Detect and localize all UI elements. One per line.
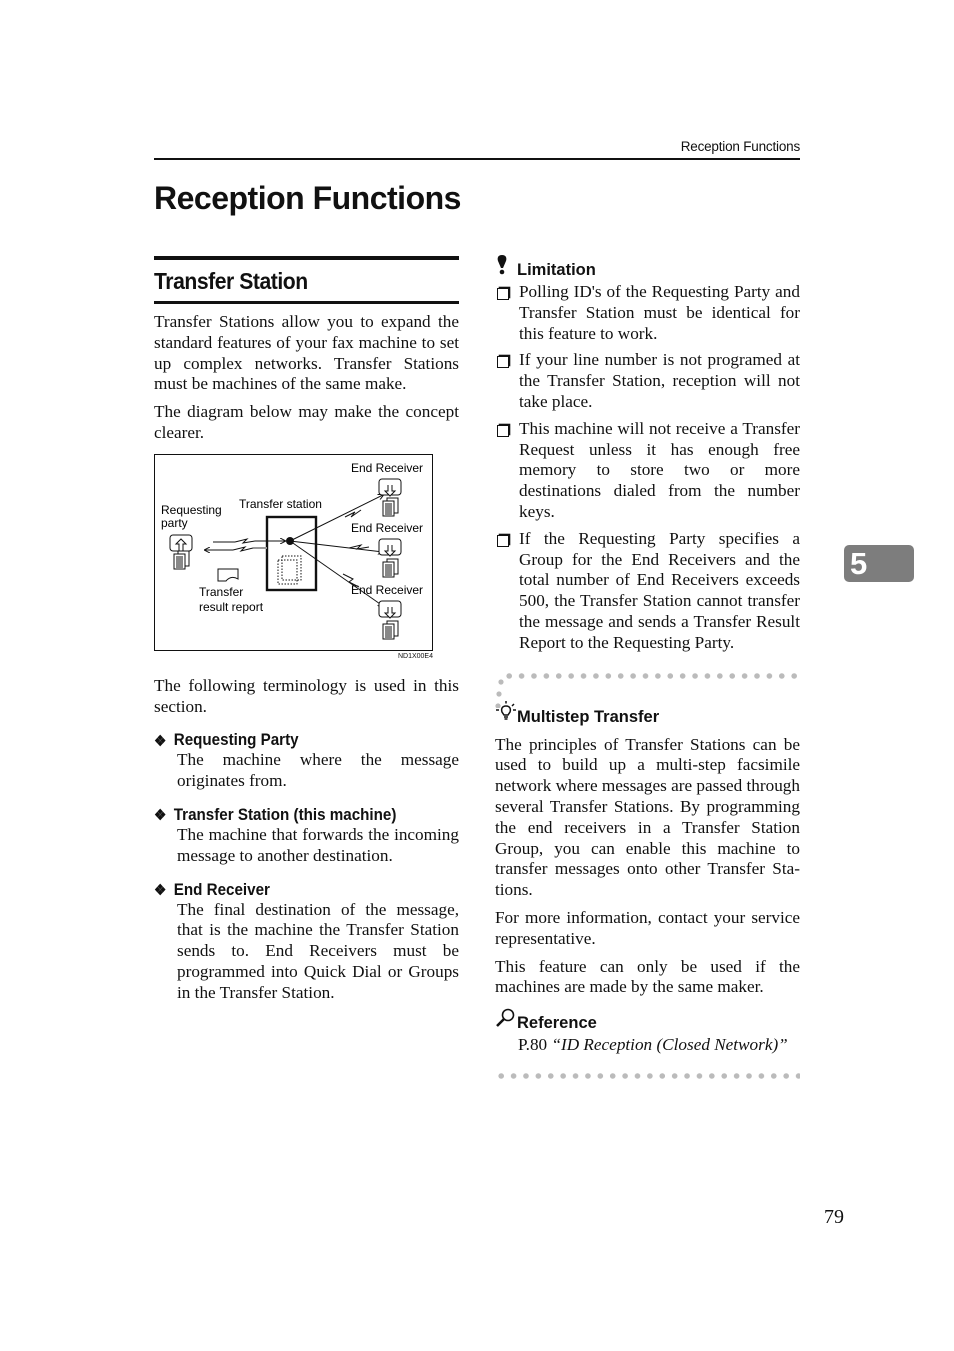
limitation-heading: Limitation (495, 255, 800, 280)
term-definition: The machine that forwards the in­coming … (177, 824, 459, 865)
report-arrow (205, 545, 267, 551)
requesting-docs-icon (173, 550, 190, 570)
term-end-receiver: ❖ End Receiver The final destination of t… (154, 881, 459, 1004)
end-receiver-fax-icon (378, 600, 402, 619)
intro-paragraph: The diagram below may make the concept c… (154, 402, 459, 442)
running-head: Reception Functions (680, 139, 800, 154)
header-rule (154, 158, 800, 160)
limitation-item: If the Requesting Party specifies a Grou… (495, 529, 800, 654)
checkbox-bullet-icon (497, 356, 509, 369)
end-receiver-fax-icon (378, 478, 402, 497)
end-receiver-docs-icon (382, 620, 399, 640)
end-receiver-docs-icon (382, 497, 399, 517)
checkbox-bullet-icon (497, 288, 509, 300)
label-end-receiver-1: End Receiver (351, 461, 423, 475)
right-column: Limitation Polling ID's of the Requestin… (495, 255, 801, 1080)
term-definition: The machine where the message originates… (177, 750, 459, 791)
tip-paragraph: For more information, contact your servi… (495, 907, 800, 948)
terminology-intro: The following terminology is used in thi… (154, 675, 459, 716)
tip-dots-top (495, 670, 801, 710)
page-title: Reception Functions (154, 180, 461, 216)
reference-page: P.80 (518, 1035, 548, 1055)
tip-dots-bottom (495, 1071, 800, 1080)
term-label: Transfer Station (this machine) (173, 805, 397, 824)
term-label: Requesting Party (173, 731, 299, 750)
label-requesting-party: Requesting (161, 503, 222, 517)
diamond-bullet-icon: ❖ (154, 882, 167, 900)
end-receiver-fax-icon (378, 538, 402, 557)
end-receiver-docs-icon (382, 558, 399, 578)
section-title: Transfer Station (154, 268, 308, 294)
label-transfer-report-2: result report (199, 600, 264, 614)
transfer-station-diagram: End Receiver Requesting party Transfer s… (154, 453, 433, 651)
label-requesting-party-2: party (161, 516, 188, 530)
reference-title-text: “ID Reception (Closed Net­work)” (551, 1035, 788, 1055)
reference-link[interactable]: P.80 “ID Reception (Closed Net­work)” (495, 1035, 800, 1056)
report-sheet-icon (217, 568, 239, 582)
term-requesting-party: ❖ Requesting Party The machine where the … (154, 731, 459, 792)
requesting-fax-icon (169, 534, 193, 552)
term-label: End Receiver (173, 880, 270, 899)
limitation-item: This machine will not receive a Transfer… (495, 419, 800, 523)
checkbox-bullet-icon (497, 424, 509, 437)
intro-paragraph: Transfer Stations allow you to expand th… (154, 312, 459, 394)
limitation-item: If your line number is not pro­gramed at… (495, 350, 800, 412)
magnifier-icon (495, 1008, 517, 1033)
tip-title: Multistep Transfer (517, 707, 660, 726)
exclamation-icon (495, 255, 517, 280)
reference-heading: Reference (495, 1008, 800, 1033)
diagram-code: ND1X00E4 (397, 652, 433, 660)
label-transfer-station: Transfer station (239, 497, 322, 511)
page-number: 79 (824, 1206, 844, 1228)
section-rule-top (154, 256, 459, 260)
limitation-title: Limitation (517, 261, 596, 279)
diamond-bullet-icon: ❖ (154, 732, 167, 750)
tip-paragraph: This feature can only be used if the mac… (495, 956, 800, 997)
chapter-tab: 5 (844, 545, 914, 582)
diamond-bullet-icon: ❖ (154, 807, 167, 825)
label-end-receiver-3: End Receiver (351, 583, 423, 597)
left-column: Transfer Station Transfer Stations allow… (154, 256, 459, 1004)
section-rule-bottom (154, 301, 459, 304)
checkbox-bullet-icon (497, 534, 509, 547)
label-end-receiver-2: End Receiver (351, 521, 423, 535)
label-transfer-report: Transfer (199, 585, 243, 599)
reference-title: Reference (517, 1014, 597, 1033)
limitation-item: Polling ID's of the Requesting Par­ty an… (495, 282, 800, 344)
tip-paragraph: The principles of Transfer Stations can … (495, 734, 800, 900)
term-transfer-station: ❖ Transfer Station (this machine) The mac… (154, 806, 459, 867)
term-definition: The final destination of the mes­sage, t… (177, 899, 459, 1002)
